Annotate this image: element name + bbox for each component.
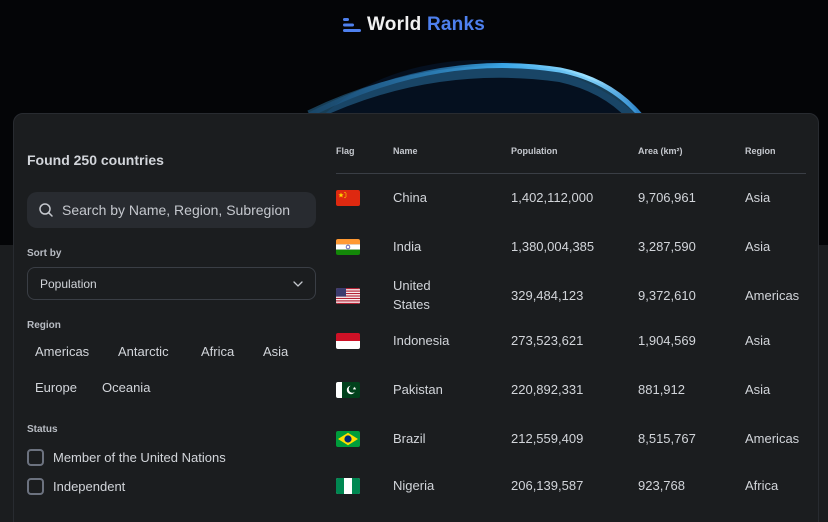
pakistan-flag-icon bbox=[336, 382, 360, 398]
chevron-down-icon bbox=[293, 280, 303, 287]
search-icon bbox=[39, 203, 53, 217]
country-name: China bbox=[393, 190, 427, 205]
region-label: Region bbox=[27, 320, 61, 331]
status-label: Status bbox=[27, 424, 58, 435]
table-row[interactable]: Pakistan 220,892,331 881,912 Asia bbox=[336, 372, 806, 412]
header-area: Area (km²) bbox=[638, 146, 683, 156]
country-name: Brazil bbox=[393, 431, 426, 446]
region-value: Asia bbox=[745, 382, 771, 397]
sort-select-value: Population bbox=[40, 276, 97, 291]
country-name: Nigeria bbox=[393, 478, 435, 493]
population-value: 329,484,123 bbox=[511, 288, 584, 303]
header-divider bbox=[336, 173, 806, 174]
area-value: 9,706,961 bbox=[638, 190, 696, 205]
table-row[interactable]: Indonesia 273,523,621 1,904,569 Asia bbox=[336, 323, 806, 363]
table-row[interactable]: Brazil 212,559,409 8,515,767 Americas bbox=[336, 421, 806, 461]
region-chip-americas[interactable]: Americas bbox=[27, 340, 97, 363]
search-box[interactable] bbox=[27, 192, 316, 228]
population-value: 1,402,112,000 bbox=[511, 190, 594, 205]
region-value: Asia bbox=[745, 333, 771, 348]
un-member-checkbox-row[interactable]: Member of the United Nations bbox=[27, 449, 226, 466]
country-name-line2: States bbox=[393, 297, 430, 312]
area-value: 881,912 bbox=[638, 382, 685, 397]
main-panel: Found 250 countries Sort by Population R… bbox=[13, 113, 819, 522]
un-member-label: Member of the United Nations bbox=[53, 450, 226, 465]
region-chip-oceania[interactable]: Oceania bbox=[94, 376, 158, 399]
country-name-line1: United bbox=[393, 278, 431, 293]
header-region: Region bbox=[745, 146, 776, 156]
independent-checkbox[interactable] bbox=[27, 478, 44, 495]
app-logo[interactable]: World Ranks bbox=[0, 14, 828, 36]
search-input[interactable] bbox=[62, 202, 302, 218]
table-row[interactable]: Nigeria 206,139,587 923,768 Africa bbox=[336, 468, 806, 508]
region-chip-asia[interactable]: Asia bbox=[255, 340, 296, 363]
region-value: Americas bbox=[745, 288, 800, 303]
population-value: 220,892,331 bbox=[511, 382, 584, 397]
area-value: 923,768 bbox=[638, 478, 685, 493]
area-value: 3,287,590 bbox=[638, 239, 696, 254]
header-population: Population bbox=[511, 146, 558, 156]
results-count: Found 250 countries bbox=[27, 152, 164, 168]
header-name: Name bbox=[393, 146, 418, 156]
header-flag: Flag bbox=[336, 146, 355, 156]
indonesia-flag-icon bbox=[336, 333, 360, 349]
region-value: Asia bbox=[745, 239, 771, 254]
area-value: 1,904,569 bbox=[638, 333, 696, 348]
region-value: Africa bbox=[745, 478, 779, 493]
area-value: 8,515,767 bbox=[638, 431, 696, 446]
logo-word-ranks: Ranks bbox=[426, 14, 485, 35]
population-value: 1,380,004,385 bbox=[511, 239, 595, 254]
region-value: Americas bbox=[745, 431, 800, 446]
table-row[interactable]: India 1,380,004,385 3,287,590 Asia bbox=[336, 229, 806, 269]
usa-flag-icon bbox=[336, 288, 360, 304]
table-row[interactable]: China 1,402,112,000 9,706,961 Asia bbox=[336, 180, 806, 220]
region-chip-europe[interactable]: Europe bbox=[27, 376, 85, 399]
area-value: 9,372,610 bbox=[638, 288, 696, 303]
population-value: 273,523,621 bbox=[511, 333, 584, 348]
population-value: 212,559,409 bbox=[511, 431, 584, 446]
brazil-flag-icon bbox=[336, 431, 360, 447]
population-value: 206,139,587 bbox=[511, 478, 584, 493]
ranks-icon bbox=[343, 18, 361, 32]
independent-label: Independent bbox=[53, 479, 126, 494]
country-name: Pakistan bbox=[393, 382, 443, 397]
table-row[interactable]: United States 329,484,123 9,372,610 Amer… bbox=[336, 276, 806, 320]
region-chip-africa[interactable]: Africa bbox=[193, 340, 242, 363]
india-flag-icon bbox=[336, 239, 360, 255]
sort-by-label: Sort by bbox=[27, 248, 62, 259]
un-member-checkbox[interactable] bbox=[27, 449, 44, 466]
sort-select[interactable]: Population bbox=[27, 267, 316, 300]
china-flag-icon bbox=[336, 190, 360, 206]
region-value: Asia bbox=[745, 190, 771, 205]
nigeria-flag-icon bbox=[336, 478, 360, 494]
independent-checkbox-row[interactable]: Independent bbox=[27, 478, 125, 495]
region-chip-antarctic[interactable]: Antarctic bbox=[110, 340, 177, 363]
logo-word-world: World bbox=[367, 14, 422, 35]
country-name: India bbox=[393, 239, 422, 254]
country-name: Indonesia bbox=[393, 333, 450, 348]
